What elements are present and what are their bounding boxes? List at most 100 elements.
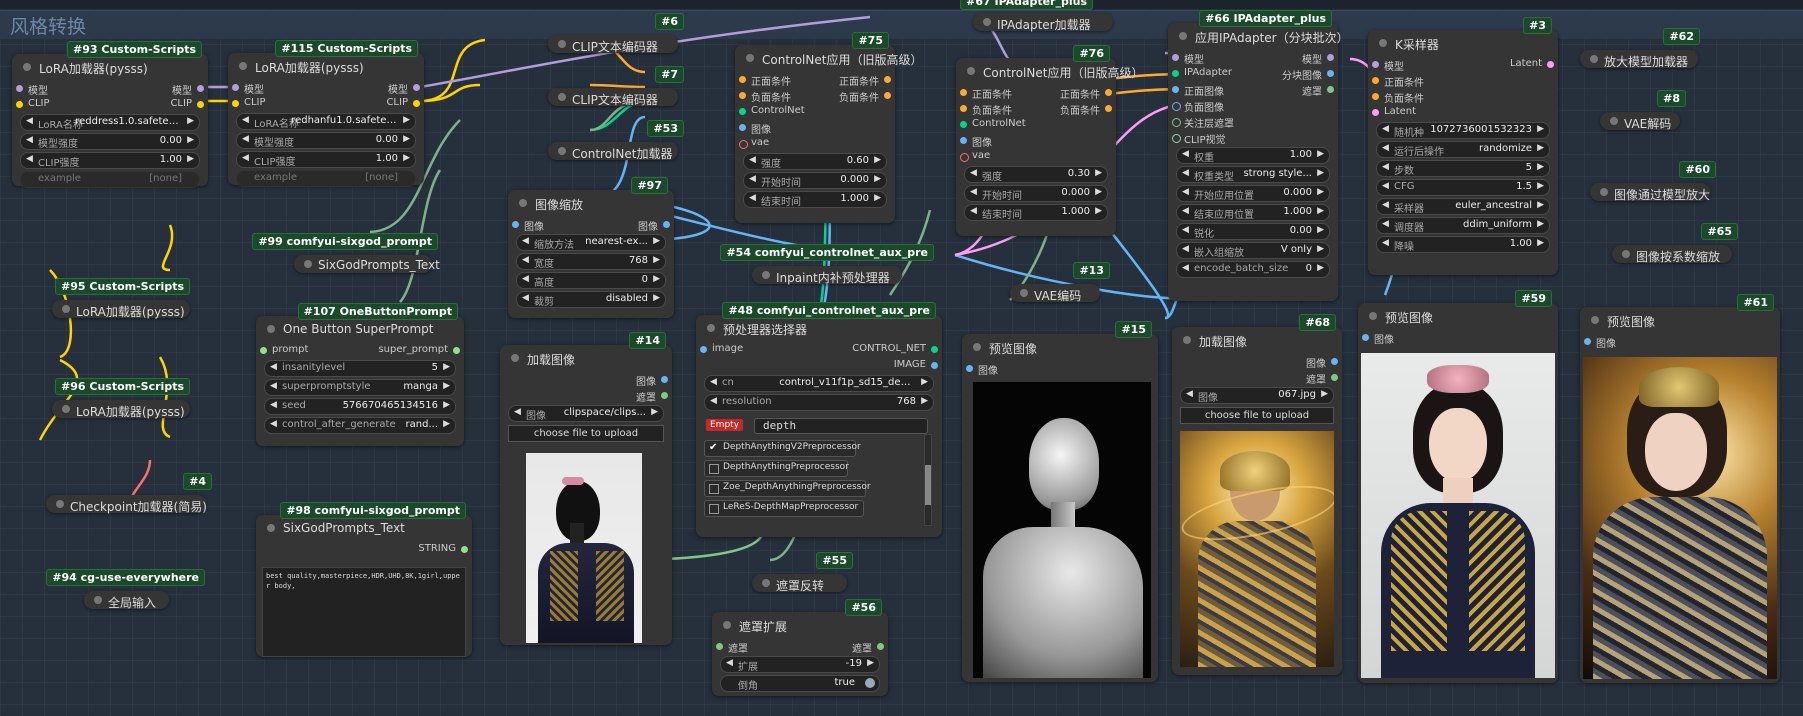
collapse-dot[interactable] bbox=[1610, 117, 1618, 125]
empty-button[interactable]: Empty bbox=[706, 419, 744, 431]
node-one-button-superprompt-107[interactable]: #107 OneButtonPrompt One Button SuperPro… bbox=[256, 303, 464, 446]
widget-resolution[interactable]: ◀ resolution 768 ▶ bbox=[704, 394, 934, 411]
output-port-tiles[interactable] bbox=[1327, 70, 1334, 77]
node-clip-text-encoder-7[interactable]: #7 CLIP文本编码器 bbox=[548, 66, 684, 107]
preprocessor-option[interactable]: LeReS-DepthMapPreprocessor bbox=[704, 500, 864, 517]
widget-example[interactable]: example [none] bbox=[236, 170, 416, 187]
widget-model-strength[interactable]: ◀ 模型强度 0.00 ▶ bbox=[20, 133, 200, 150]
widget-lora-name[interactable]: ◀ LoRA名称 reddress1.0.safeten... ▶ bbox=[20, 114, 200, 131]
output-port-clip[interactable] bbox=[197, 101, 204, 108]
collapse-dot[interactable] bbox=[1369, 312, 1377, 320]
node-controlnet-loader-53[interactable]: #53 ControlNet加载器 bbox=[548, 120, 684, 161]
collapse-dot[interactable] bbox=[304, 260, 312, 268]
widget-example[interactable]: example [none] bbox=[20, 171, 200, 188]
widget-strength[interactable]: ◀ 强度 0.60 ▶ bbox=[743, 153, 887, 170]
node-vae-encode-13[interactable]: #13 VAE编码 bbox=[1010, 262, 1110, 303]
widget-start[interactable]: ◀ 开始时间 0.000 ▶ bbox=[964, 185, 1108, 202]
collapse-dot[interactable] bbox=[1622, 250, 1630, 258]
widget-denoise[interactable]: ◀ 降噪 1.00 ▶ bbox=[1376, 236, 1550, 253]
input-port-prompt[interactable] bbox=[260, 347, 267, 354]
widget-upscale-method[interactable]: ◀ 缩放方法 nearest-ex... ▶ bbox=[516, 234, 666, 251]
node-preview-image-15[interactable]: #15 预览图像 图像 bbox=[962, 321, 1158, 682]
collapse-dot[interactable] bbox=[973, 343, 981, 351]
widget-image-select[interactable]: ◀ 图像 067.jpg ▶ bbox=[1180, 387, 1334, 404]
prompt-textarea[interactable]: best quality,masterpiece,HDR,UHD,8K,1gir… bbox=[262, 567, 466, 657]
widget-end[interactable]: ◀ 结束时间 1.000 ▶ bbox=[743, 191, 887, 208]
input-port-image[interactable] bbox=[960, 137, 967, 144]
input-port-image[interactable] bbox=[700, 346, 707, 353]
widget-strength[interactable]: ◀ 强度 0.30 ▶ bbox=[964, 166, 1108, 183]
input-port-model[interactable] bbox=[16, 85, 23, 92]
output-port-mask[interactable] bbox=[1327, 86, 1334, 93]
node-sixgod-prompt-99[interactable]: #99 comfyui-sixgod_prompt SixGodPrompts_… bbox=[252, 233, 440, 273]
upload-button[interactable]: choose file to upload bbox=[508, 425, 664, 442]
node-upscale-with-model-60[interactable]: #60 图像通过模型放大 bbox=[1590, 161, 1716, 202]
widget-seed[interactable]: ◀ seed 576670465134516 ▶ bbox=[264, 398, 456, 415]
collapse-dot[interactable] bbox=[1379, 39, 1387, 47]
input-port-mask[interactable] bbox=[716, 643, 723, 650]
widget-model-strength[interactable]: ◀ 模型强度 0.00 ▶ bbox=[236, 132, 416, 149]
preprocessor-option[interactable]: DepthAnythingPreprocessor bbox=[704, 460, 849, 477]
output-port-model[interactable] bbox=[1327, 54, 1334, 61]
input-port-latent[interactable] bbox=[1372, 109, 1379, 116]
widget-insanitylevel[interactable]: ◀ insanitylevel 5 ▶ bbox=[264, 360, 456, 377]
widget-tapered-corners[interactable]: 倒角 true bbox=[720, 675, 880, 692]
output-port-string[interactable] bbox=[461, 546, 468, 553]
collapse-dot[interactable] bbox=[1600, 188, 1608, 196]
input-port-controlnet[interactable] bbox=[960, 121, 967, 128]
input-port-vae[interactable] bbox=[739, 140, 748, 149]
input-port-negative[interactable] bbox=[1372, 93, 1379, 100]
collapse-dot[interactable] bbox=[1183, 336, 1191, 344]
node-upscale-model-loader-62[interactable]: #62 放大模型加载器 bbox=[1580, 28, 1700, 69]
widget-end-at[interactable]: ◀ 结束应用位置 1.000 ▶ bbox=[1176, 204, 1330, 221]
output-port-model[interactable] bbox=[197, 85, 204, 92]
node-clip-text-encoder-6[interactable]: #6 CLIP文本编码器 bbox=[548, 13, 684, 54]
collapse-dot[interactable] bbox=[558, 147, 566, 155]
node-lora-loader-93[interactable]: #93 Custom-Scripts LoRA加载器(pysss) 模型 模型 C… bbox=[12, 41, 208, 188]
collapse-dot[interactable] bbox=[267, 325, 275, 333]
node-vae-decode-8[interactable]: #8 VAE解码 bbox=[1600, 90, 1686, 131]
collapse-dot[interactable] bbox=[762, 271, 770, 279]
widget-cn[interactable]: ◀cncontrol_v11f1p_sd15_depth.pth▶ bbox=[704, 375, 934, 392]
output-port-positive[interactable] bbox=[884, 76, 891, 83]
collapse-dot[interactable] bbox=[239, 62, 247, 70]
collapse-dot[interactable] bbox=[558, 93, 566, 101]
node-sixgod-prompt-98[interactable]: #98 comfyui-sixgod_prompt SixGodPrompts_… bbox=[256, 502, 472, 657]
input-port-positive[interactable] bbox=[960, 89, 967, 96]
input-port-vae[interactable] bbox=[960, 153, 969, 162]
node-controlnet-apply-76[interactable]: #76 ControlNet应用（旧版高级） 正面条件 正面条件 负面条件 负面条件… bbox=[956, 45, 1143, 236]
widget-cfg[interactable]: ◀ CFG 1.5 ▶ bbox=[1376, 179, 1550, 196]
input-port-image[interactable] bbox=[1584, 338, 1591, 345]
input-port-negative[interactable] bbox=[739, 92, 746, 99]
collapse-dot[interactable] bbox=[707, 324, 715, 332]
output-port-control-net[interactable] bbox=[931, 346, 938, 353]
input-port-negative[interactable] bbox=[960, 105, 967, 112]
input-port-attn-mask[interactable] bbox=[1172, 118, 1181, 127]
widget-start-at[interactable]: ◀ 开始应用位置 0.000 ▶ bbox=[1176, 185, 1330, 202]
output-port-negative[interactable] bbox=[884, 92, 891, 99]
widget-end[interactable]: ◀ 结束时间 1.000 ▶ bbox=[964, 204, 1108, 221]
widget-scheduler[interactable]: ◀ 调度器 ddim_uniform ▶ bbox=[1376, 217, 1550, 234]
widget-width[interactable]: ◀ 宽度 768 ▶ bbox=[516, 253, 666, 270]
collapse-dot[interactable] bbox=[62, 405, 70, 413]
node-lora-loader-115[interactable]: #115 Custom-Scripts LoRA加载器(pysss) 模型 模型 … bbox=[228, 40, 424, 187]
collapse-dot[interactable] bbox=[519, 199, 527, 207]
input-port-model[interactable] bbox=[232, 84, 239, 91]
preprocessor-option[interactable]: ✔ DepthAnythingV2Preprocessor bbox=[704, 440, 861, 457]
node-invert-mask-55[interactable]: #55 遮罩反转 bbox=[752, 552, 853, 593]
input-port-clip-vision[interactable] bbox=[1172, 134, 1181, 143]
widget-start[interactable]: ◀ 开始时间 0.000 ▶ bbox=[743, 172, 887, 189]
output-port-clip[interactable] bbox=[413, 100, 420, 107]
widget-lora-name[interactable]: ◀ LoRA名称 redhanfu1.0.safeten... ▶ bbox=[236, 113, 416, 130]
collapse-dot[interactable] bbox=[267, 524, 275, 532]
widget-height[interactable]: ◀ 高度 0 ▶ bbox=[516, 272, 666, 289]
input-port-positive-image[interactable] bbox=[1172, 86, 1179, 93]
preprocessor-search-input[interactable]: depth bbox=[754, 418, 928, 434]
output-port-latent[interactable] bbox=[1547, 61, 1554, 68]
collapse-dot[interactable] bbox=[983, 18, 991, 26]
input-port-ipadapter[interactable] bbox=[1172, 70, 1179, 77]
collapse-dot[interactable] bbox=[1020, 289, 1028, 297]
collapse-dot[interactable] bbox=[94, 596, 102, 604]
output-port-model[interactable] bbox=[413, 84, 420, 91]
collapse-dot[interactable] bbox=[723, 621, 731, 629]
